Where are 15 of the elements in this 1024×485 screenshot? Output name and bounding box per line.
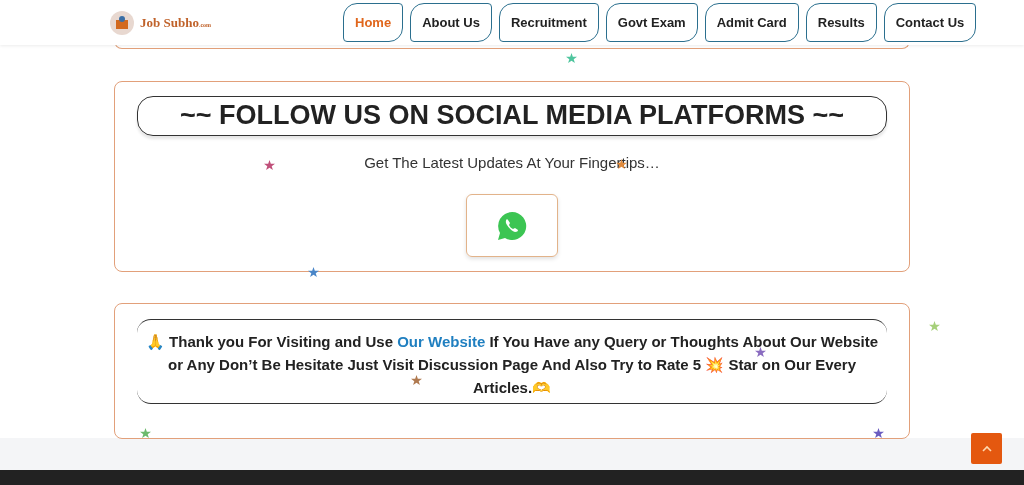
- website-link[interactable]: Our Website: [397, 333, 486, 350]
- scroll-top-button[interactable]: [971, 433, 1002, 464]
- subtitle: Get The Latest Updates At Your Fingertips…: [364, 154, 660, 171]
- section-title: ~~ FOLLOW US ON SOCIAL MEDIA PLATFORMS ~~: [137, 96, 887, 136]
- nav-tab[interactable]: Govt Exam: [605, 3, 698, 42]
- nav-tab[interactable]: About Us: [410, 3, 492, 42]
- logo-icon: [110, 10, 134, 35]
- chevron-up-icon: [981, 445, 992, 452]
- nav-tab[interactable]: Results: [805, 3, 877, 42]
- nav-tab[interactable]: Contact Us: [883, 3, 977, 42]
- whatsapp-icon: [496, 209, 528, 242]
- thanks-message: 🙏 Thank you For Visiting and Use Our Website If You Have any Query or Thoughts About Our Website or Any Don’t Be Hesitate Just Visit Discussion Page And Also Try to Rate 5 💥 Star on Our Every Articles.🫶: [137, 319, 887, 404]
- nav-tab[interactable]: Recruitment: [498, 3, 599, 42]
- whatsapp-button[interactable]: [466, 194, 558, 257]
- nav-tab[interactable]: Admit Card: [704, 3, 799, 42]
